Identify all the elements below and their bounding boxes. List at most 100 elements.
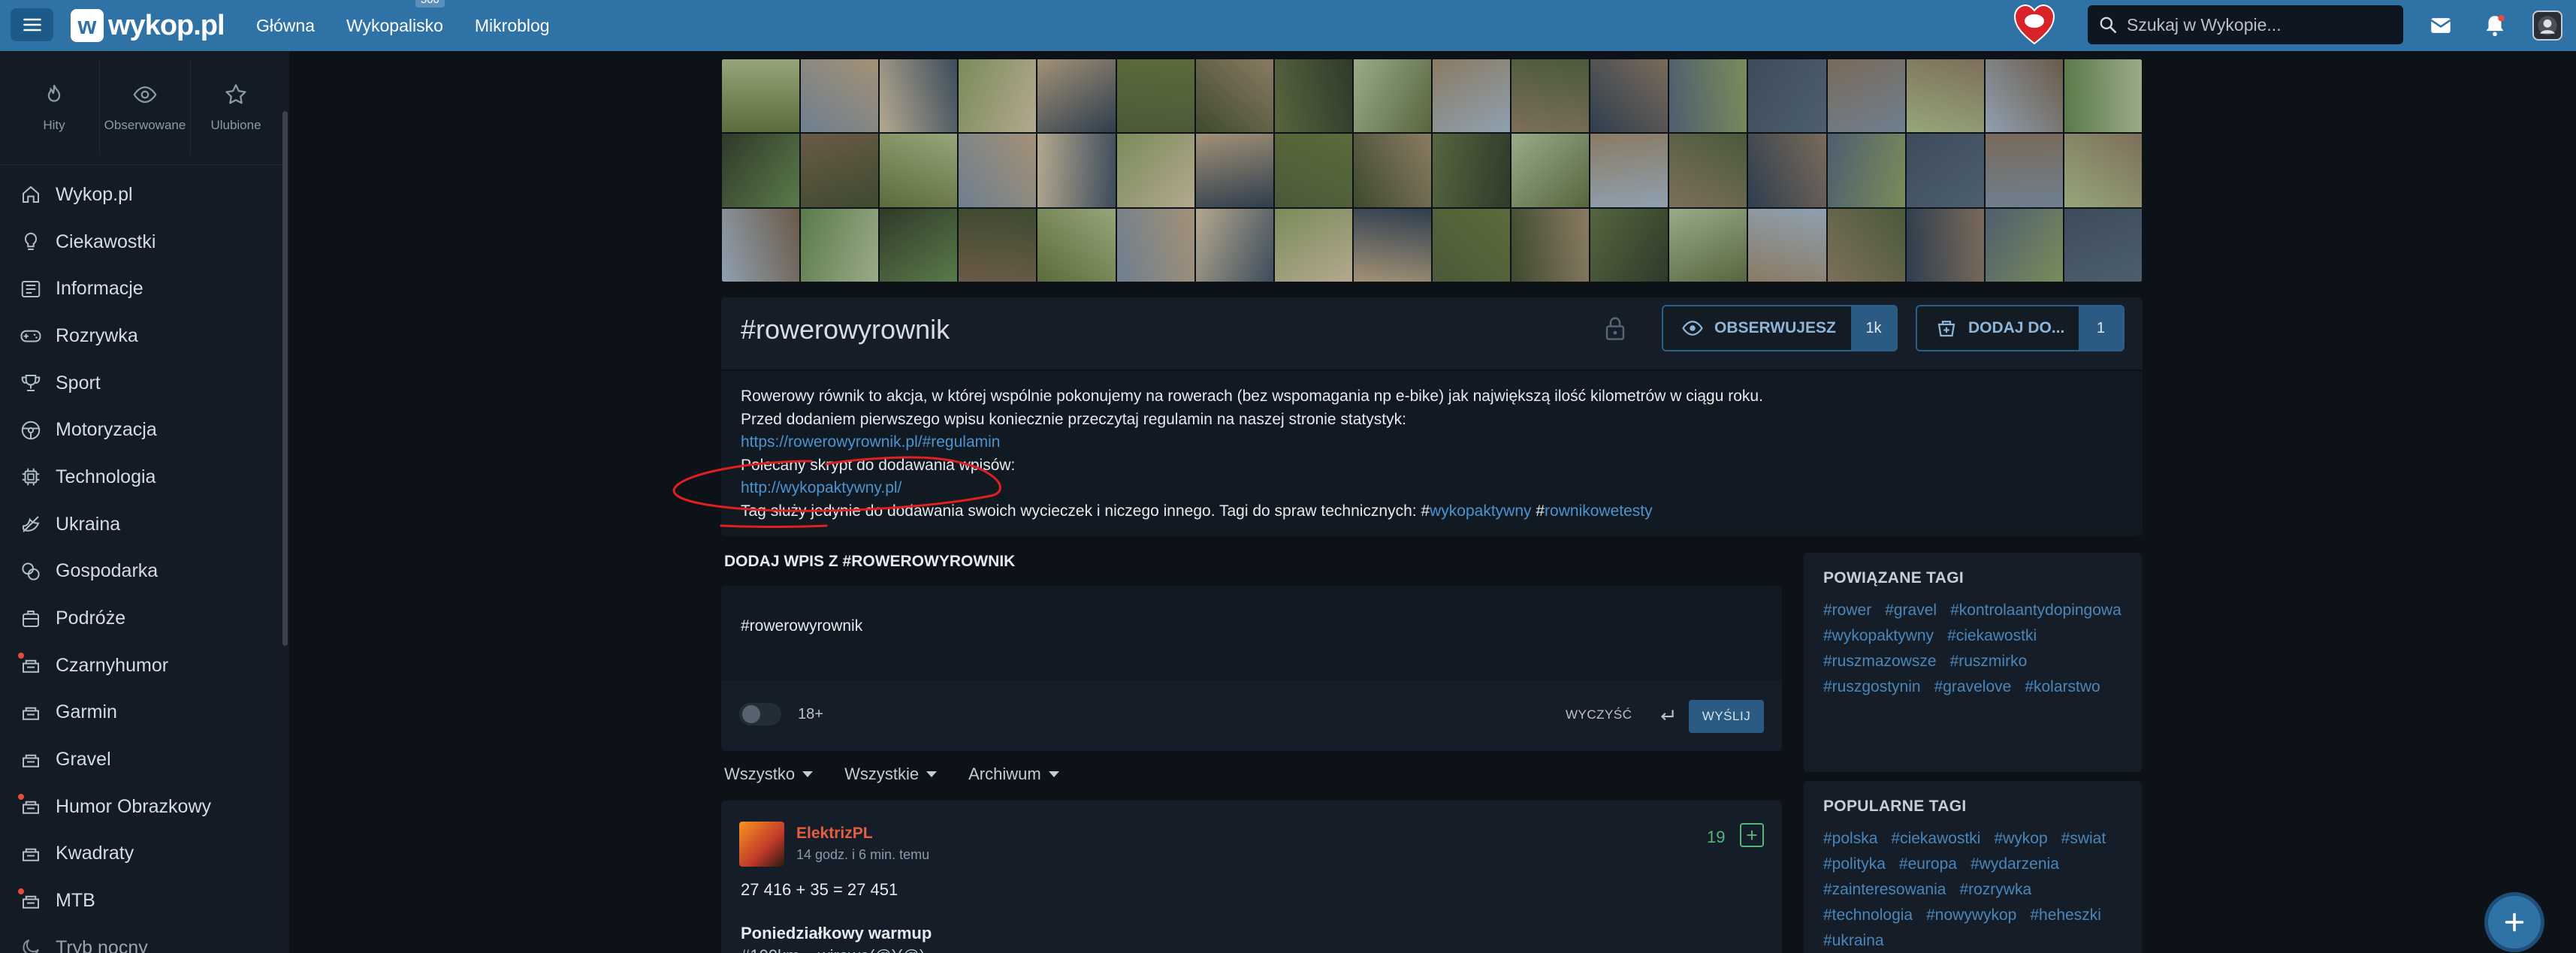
moon-icon	[20, 936, 42, 953]
nav-glowna[interactable]: Główna	[256, 16, 315, 36]
tag-link[interactable]: #ruszgostynin	[1823, 677, 1921, 697]
sidebar-item-rozrywka[interactable]: Rozrywka	[0, 312, 278, 360]
tag-link[interactable]: #rower	[1823, 601, 1871, 620]
bell-icon[interactable]	[2482, 13, 2508, 38]
mail-icon[interactable]	[2428, 13, 2454, 38]
send-button[interactable]: WYŚLIJ	[1689, 700, 1764, 733]
quick-hity[interactable]: Hity	[9, 60, 100, 155]
wosp-heart-icon[interactable]	[2013, 3, 2055, 47]
nav-wykopalisko[interactable]: Wykopalisko 500	[346, 0, 445, 36]
desc-line-4-prefix: Tag służy jedynie do dodawania swoich wy…	[741, 502, 1430, 520]
tag-link[interactable]: #ruszmirko	[1950, 652, 2028, 671]
author-avatar[interactable]	[739, 822, 784, 867]
add-to-count: 1	[2078, 306, 2123, 350]
sidebar-item-ciekawostki[interactable]: Ciekawostki	[0, 219, 278, 266]
user-avatar[interactable]	[2532, 11, 2562, 41]
tag-link[interactable]: #ciekawostki	[1947, 626, 2037, 646]
adult-toggle[interactable]	[739, 703, 781, 725]
tag-link[interactable]: #gravelove	[1934, 677, 2012, 697]
sidebar-item-gravel[interactable]: Gravel	[0, 736, 278, 783]
sidebar-item-motoryzacja[interactable]: Motoryzacja	[0, 406, 278, 454]
site-logo[interactable]: w wykop.pl	[71, 9, 225, 42]
plus-vote-button[interactable]: +	[1740, 823, 1764, 847]
bucket-add-icon	[1937, 321, 1955, 337]
banner-photo-tile	[1590, 133, 1669, 208]
add-to-button[interactable]: DODAJ DO... 1	[1916, 305, 2125, 351]
add-to-button-content: DODAJ DO...	[1917, 317, 2079, 339]
tag-link-wykopaktywny[interactable]: wykopaktywny	[1430, 502, 1531, 520]
tag-link[interactable]: #polityka	[1823, 855, 1886, 874]
banner-photo-tile	[1352, 59, 1432, 134]
tag-link[interactable]: #swiat	[2061, 829, 2106, 849]
tag-link-rownikowetesty[interactable]: rownikowetesty	[1545, 502, 1653, 520]
banner-photo-tile	[1826, 59, 1906, 134]
sidebar-item-label: MTB	[56, 890, 95, 912]
author-name[interactable]: ElektrizPL	[796, 825, 873, 843]
sidebar-item-mtb[interactable]: MTB	[0, 877, 278, 924]
tag-link[interactable]: #technologia	[1823, 906, 1913, 925]
sidebar-item-humor-obrazkowy[interactable]: Humor Obrazkowy	[0, 783, 278, 831]
sidebar-item-czarnyhumor[interactable]: Czarnyhumor	[0, 642, 278, 689]
search-box[interactable]	[2088, 5, 2403, 44]
banner-photo-tile	[800, 59, 880, 134]
sidebar-item-night-mode[interactable]: Tryb nocny	[0, 924, 278, 953]
wykopaktywny-link[interactable]: http://wykopaktywny.pl/	[741, 479, 901, 496]
compose-title: DODAJ WPIS Z #ROWEROWYROWNIK	[724, 553, 1016, 570]
tag-link[interactable]: #heheszki	[2030, 906, 2101, 925]
add-post-fab[interactable]	[2484, 892, 2544, 952]
sidebar-item-garmin[interactable]: Garmin	[0, 689, 278, 737]
chevron-down-icon	[802, 771, 814, 777]
tag-link[interactable]: #gravel	[1885, 601, 1937, 620]
sidebar-item-podróże[interactable]: Podróże	[0, 595, 278, 642]
menu-button[interactable]	[11, 8, 53, 41]
nav-mikroblog[interactable]: Mikroblog	[475, 16, 550, 36]
sidebar-scrollbar[interactable]	[282, 111, 288, 646]
compose-textarea[interactable]: #rowerowyrownik	[721, 586, 1782, 680]
vote-count: 19	[1707, 828, 1726, 846]
tag-link[interactable]: #europa	[1899, 855, 1957, 874]
tag-link[interactable]: #nowywykop	[1926, 906, 2016, 925]
tag-link[interactable]: #wykopaktywny	[1823, 626, 1934, 646]
post-time[interactable]: 14 godz. i 6 min. temu	[796, 847, 929, 863]
sidebar-item-label: Informacje	[56, 278, 143, 300]
lock-icon[interactable]	[1604, 315, 1626, 341]
filter-archiwum[interactable]: Archiwum	[968, 765, 1059, 784]
sidebar-item-wykop-pl[interactable]: Wykop.pl	[0, 171, 278, 219]
tag-link[interactable]: #ukraina	[1823, 931, 1884, 951]
quick-obserwowane[interactable]: Obserwowane	[100, 60, 191, 155]
quick-ulubione[interactable]: Ulubione	[191, 60, 281, 155]
banner-photo-tile	[1511, 133, 1590, 208]
desc-line-4-mid: #	[1531, 502, 1545, 520]
tag-link[interactable]: #ciekawostki	[1891, 829, 1980, 849]
bulb-icon	[20, 231, 42, 253]
sidebar-item-technologia[interactable]: Technologia	[0, 454, 278, 501]
tag-link[interactable]: #wydarzenia	[1971, 855, 2059, 874]
sidebar-item-informacje[interactable]: Informacje	[0, 265, 278, 312]
logo-text: wykop.pl	[108, 9, 225, 41]
sidebar-item-label: Sport	[56, 372, 101, 394]
banner-photo-tile	[1905, 133, 1985, 208]
tag-link[interactable]: #kontrolaantydopingowa	[1950, 601, 2122, 620]
sidebar-item-ukraina[interactable]: Ukraina	[0, 501, 278, 548]
banner-photo-tile	[800, 133, 880, 208]
banner-photo-tile	[1590, 59, 1669, 134]
sidebar-item-sport[interactable]: Sport	[0, 360, 278, 407]
tag-link[interactable]: #polska	[1823, 829, 1877, 849]
filter-wszystkie[interactable]: Wszystkie	[844, 765, 938, 784]
filter-wszystko[interactable]: Wszystko	[724, 765, 814, 784]
home-icon	[20, 183, 42, 206]
tag-link[interactable]: #kolarstwo	[2025, 677, 2100, 697]
tag-link[interactable]: #zainteresowania	[1823, 880, 1946, 900]
observe-button[interactable]: OBSERWUJESZ 1k	[1662, 305, 1898, 351]
sidebar-item-kwadraty[interactable]: Kwadraty	[0, 831, 278, 878]
tag-link[interactable]: #rozrywka	[1959, 880, 2031, 900]
night-mode-label: Tryb nocny	[56, 936, 148, 953]
regulamin-link[interactable]: https://rowerowyrownik.pl/#regulamin	[741, 433, 1000, 451]
tag-link[interactable]: #ruszmazowsze	[1823, 652, 1937, 671]
tag-link[interactable]: #wykop	[1994, 829, 2047, 849]
desc-line-1: Rowerowy równik to akcja, w której wspól…	[741, 388, 1763, 405]
banner-photo-tile	[958, 133, 1037, 208]
search-input[interactable]	[2127, 14, 2382, 35]
sidebar-item-gospodarka[interactable]: Gospodarka	[0, 548, 278, 596]
clear-button[interactable]: WYCZYŚĆ	[1566, 707, 1632, 722]
